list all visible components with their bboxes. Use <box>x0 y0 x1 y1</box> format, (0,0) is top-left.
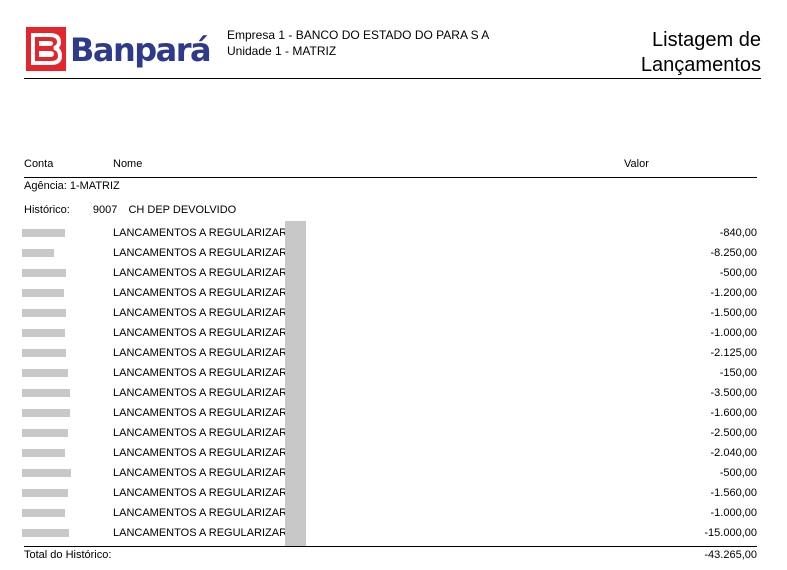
table-row: LANCAMENTOS A REGULARIZAR -500,00 <box>0 463 787 483</box>
unidade-label: Unidade 1 - <box>227 44 293 58</box>
row-nome: LANCAMENTOS A REGULARIZAR <box>113 347 288 359</box>
title-line-2: Lançamentos <box>640 54 761 76</box>
company-info: Empresa 1 - BANCO DO ESTADO DO PARA S A … <box>227 27 489 59</box>
redacted-conta <box>22 289 64 297</box>
historico-line: Histórico: 9007 CH DEP DEVOLVIDO <box>24 204 236 216</box>
row-nome: LANCAMENTOS A REGULARIZAR <box>113 247 288 259</box>
table-row: LANCAMENTOS A REGULARIZAR -1.000,00 <box>0 323 787 343</box>
row-nome: LANCAMENTOS A REGULARIZAR <box>113 327 288 339</box>
row-valor: -150,00 <box>719 367 757 379</box>
row-nome: LANCAMENTOS A REGULARIZAR <box>113 387 288 399</box>
logo-text: Banpará <box>70 31 212 69</box>
total-divider <box>24 546 757 547</box>
column-divider <box>24 177 757 178</box>
historico-label: Histórico: <box>24 204 70 216</box>
table-row: LANCAMENTOS A REGULARIZAR -2.040,00 <box>0 443 787 463</box>
redaction-bar <box>285 221 306 546</box>
total-label: Total do Histórico: <box>24 549 112 561</box>
table-row: LANCAMENTOS A REGULARIZAR -3.500,00 <box>0 383 787 403</box>
redacted-conta <box>22 349 66 357</box>
row-nome: LANCAMENTOS A REGULARIZAR <box>113 307 288 319</box>
row-valor: -2.125,00 <box>710 347 757 359</box>
row-valor: -500,00 <box>719 467 757 479</box>
table-row: LANCAMENTOS A REGULARIZAR -15.000,00 <box>0 523 787 543</box>
row-nome: LANCAMENTOS A REGULARIZAR <box>113 447 288 459</box>
row-valor: -3.500,00 <box>710 387 757 399</box>
table-row: LANCAMENTOS A REGULARIZAR -2.125,00 <box>0 343 787 363</box>
table-row: LANCAMENTOS A REGULARIZAR -1.560,00 <box>0 483 787 503</box>
row-valor: -1.000,00 <box>710 327 757 339</box>
row-valor: -1.600,00 <box>710 407 757 419</box>
row-valor: -8.250,00 <box>710 247 757 259</box>
row-valor: -1.200,00 <box>710 287 757 299</box>
title-line-1: Listagem de <box>652 29 761 51</box>
table-row: LANCAMENTOS A REGULARIZAR -8.250,00 <box>0 243 787 263</box>
row-valor: -1.500,00 <box>710 307 757 319</box>
row-nome: LANCAMENTOS A REGULARIZAR <box>113 487 288 499</box>
row-nome: LANCAMENTOS A REGULARIZAR <box>113 287 288 299</box>
row-nome: LANCAMENTOS A REGULARIZAR <box>113 267 288 279</box>
table-row: LANCAMENTOS A REGULARIZAR -150,00 <box>0 363 787 383</box>
redacted-conta <box>22 229 65 237</box>
redacted-conta <box>22 429 68 437</box>
table-row: LANCAMENTOS A REGULARIZAR -2.500,00 <box>0 423 787 443</box>
row-nome: LANCAMENTOS A REGULARIZAR <box>113 367 288 379</box>
header-divider <box>24 78 761 79</box>
column-header-valor: Valor <box>624 158 649 170</box>
table-row: LANCAMENTOS A REGULARIZAR -840,00 <box>0 223 787 243</box>
redacted-conta <box>22 489 68 497</box>
table-row: LANCAMENTOS A REGULARIZAR -1.600,00 <box>0 403 787 423</box>
redacted-conta <box>22 409 70 417</box>
row-valor: -1.000,00 <box>710 507 757 519</box>
redacted-conta <box>22 529 69 537</box>
redacted-conta <box>22 369 68 377</box>
row-nome: LANCAMENTOS A REGULARIZAR <box>113 407 288 419</box>
row-valor: -840,00 <box>719 227 757 239</box>
empresa-value: BANCO DO ESTADO DO PARA S A <box>295 28 490 42</box>
redacted-conta <box>22 249 54 257</box>
row-nome: LANCAMENTOS A REGULARIZAR <box>113 227 288 239</box>
empresa-label: Empresa 1 - <box>227 28 296 42</box>
row-valor: -2.500,00 <box>710 427 757 439</box>
row-nome: LANCAMENTOS A REGULARIZAR <box>113 507 288 519</box>
table-row: LANCAMENTOS A REGULARIZAR -1.000,00 <box>0 503 787 523</box>
banpara-logo: Banpará <box>26 27 212 75</box>
report-title: Listagem de Lançamentos <box>641 28 761 78</box>
table-row: LANCAMENTOS A REGULARIZAR -500,00 <box>0 263 787 283</box>
row-nome: LANCAMENTOS A REGULARIZAR <box>113 427 288 439</box>
redacted-conta <box>22 389 70 397</box>
redacted-conta <box>22 309 66 317</box>
column-header-nome: Nome <box>113 158 143 170</box>
redacted-conta <box>22 469 71 477</box>
historico-desc: CH DEP DEVOLVIDO <box>128 204 237 216</box>
row-valor: -500,00 <box>719 267 757 279</box>
banpara-mark-icon <box>26 27 66 71</box>
historico-code: 9007 <box>92 204 118 216</box>
row-valor: -15.000,00 <box>704 527 757 539</box>
row-valor: -2.040,00 <box>710 447 757 459</box>
table-row: LANCAMENTOS A REGULARIZAR -1.200,00 <box>0 283 787 303</box>
row-nome: LANCAMENTOS A REGULARIZAR <box>113 527 288 539</box>
empresa-line: Empresa 1 - BANCO DO ESTADO DO PARA S A <box>227 27 489 43</box>
total-value: -43.265,00 <box>704 549 757 561</box>
unidade-line: Unidade 1 - MATRIZ <box>227 43 489 59</box>
redacted-conta <box>22 449 65 457</box>
agencia-label: Agência: 1-MATRIZ <box>24 180 120 192</box>
redacted-conta <box>22 509 65 517</box>
row-valor: -1.560,00 <box>710 487 757 499</box>
table-row: LANCAMENTOS A REGULARIZAR -1.500,00 <box>0 303 787 323</box>
unidade-value: MATRIZ <box>292 44 337 58</box>
redacted-conta <box>22 329 65 337</box>
column-header-conta: Conta <box>24 158 54 170</box>
redacted-conta <box>22 269 66 277</box>
row-nome: LANCAMENTOS A REGULARIZAR <box>113 467 288 479</box>
